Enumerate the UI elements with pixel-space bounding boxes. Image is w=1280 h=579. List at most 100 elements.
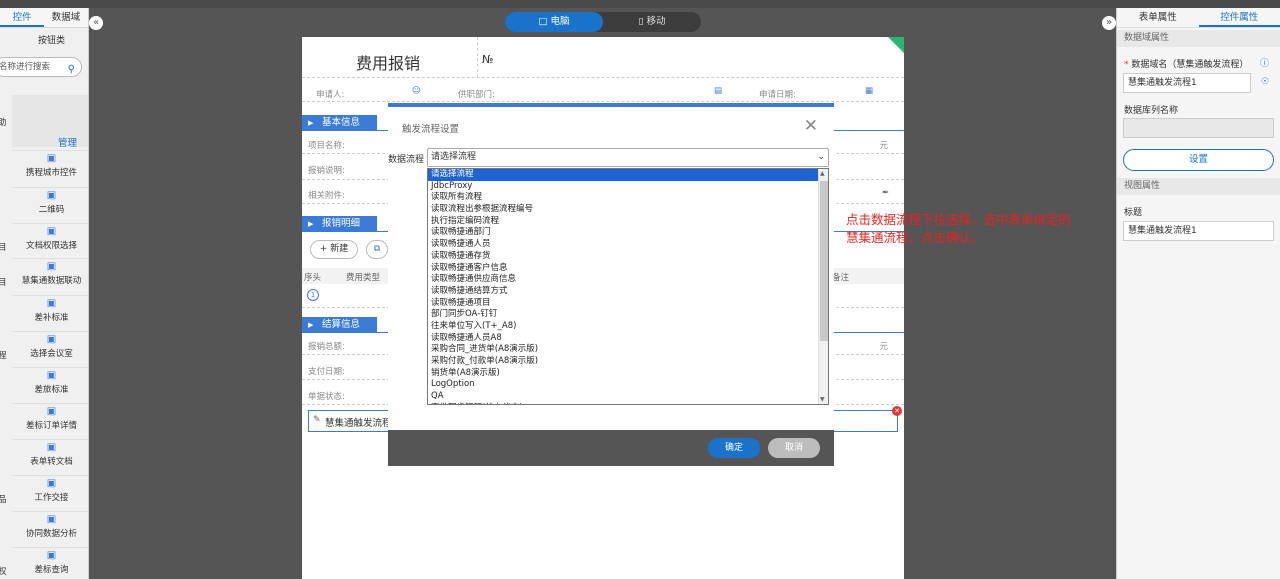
scroll-up-icon[interactable]: ▲ [820,170,825,177]
pay-date-label: 支付日期: [308,367,345,377]
divider [12,331,88,332]
expand-right-icon[interactable]: » [1102,16,1116,30]
new-row-button[interactable]: + 新建 [310,240,358,259]
flow-option[interactable]: 读取畅捷通客户信息 [428,263,828,275]
flow-option[interactable]: 读取流程出参根据流程编号 [428,204,828,216]
flow-option[interactable]: LogOption [428,379,828,391]
flow-option[interactable]: 部门同步OA-钉钉 [428,309,828,321]
list-scrollbar[interactable]: ▲ ▼ [818,169,828,404]
flow-option[interactable]: 读取畅捷通部门 [428,227,828,239]
divider [12,439,88,440]
form-title: 费用报销 [356,54,421,73]
flow-option[interactable]: 执行指定编码流程 [428,216,828,228]
control-item[interactable]: ▣ 差标订单详情 [14,407,88,432]
control-item-label: 差补标准 [34,313,69,323]
divider [477,37,478,77]
col-type: 费用类型 [346,273,381,283]
cut-label: 程 [0,349,7,361]
left-tabs: 控件 数据域 [0,8,88,28]
control-icon: ▣ [46,153,57,164]
control-item[interactable]: ▣ 选择会议室 [14,335,88,360]
divider [302,101,904,102]
field-name-input[interactable]: 慧集通触发流程1 [1123,73,1251,93]
confirm-button[interactable]: 确定 [708,438,760,458]
tab-form-props[interactable]: 表单属性 [1117,8,1199,27]
dialog-footer: 确定 取消 [388,430,834,466]
control-item[interactable]: ▣ 慧集通数据联动 [14,262,88,287]
divider [12,187,88,188]
control-item[interactable]: ▣ 工作交接 [14,479,88,504]
list-icon[interactable]: ▤ [714,86,722,96]
scroll-thumb[interactable] [820,181,828,341]
divider [12,258,88,259]
close-icon[interactable]: ✕ [804,116,818,136]
control-item[interactable]: ▣ 差补标准 [14,299,88,324]
search-icon[interactable]: ⚲ [68,61,75,76]
flow-option[interactable]: 读取畅捷通人员 [428,239,828,251]
collapse-left-icon[interactable]: « [89,16,103,30]
mobile-button[interactable]: ▯ 移动 [603,12,701,32]
tab-control-props[interactable]: 控件属性 [1198,8,1280,27]
bill-status-label: 单据状态: [308,392,345,402]
data-flow-label: 数据流程 [388,155,425,165]
flow-option[interactable]: 读取畅捷通人员A8 [428,333,828,345]
user-icon[interactable]: ☺ [412,86,421,96]
section-basic-info: 基本信息 [302,115,377,131]
flow-option[interactable]: QA [428,391,828,403]
setup-button[interactable]: 设置 [1123,149,1274,171]
col-remark: 备注 [832,273,850,283]
flow-option[interactable]: JdbcProxy [428,181,828,193]
title-input[interactable]: 慧集通触发流程1 [1123,221,1274,241]
flow-option[interactable]: 采购合同_进货单(A8演示版) [428,344,828,356]
flow-option[interactable]: 读取畅捷通存货 [428,251,828,263]
divider [12,511,88,512]
flow-option[interactable]: 审批同步钉钉(待办状态) [428,403,828,404]
control-item[interactable]: ▣ 表单转文档 [14,443,88,468]
control-item-label: 差标查询 [34,565,69,575]
flow-select[interactable]: 请选择流程 ⌄ [427,148,829,167]
search-input[interactable]: 名称进行搜索 ⚲ [0,57,82,77]
control-item[interactable]: ▣ 协同数据分析 [14,514,88,540]
scroll-down-icon[interactable]: ▼ [820,396,825,403]
flow-option[interactable]: 读取畅捷通项目 [428,298,828,310]
desktop-button[interactable]: □ 电脑 [505,12,603,32]
tab-data-fields[interactable]: 数据域 [44,8,88,27]
dialog-title: 触发流程设置 [402,124,460,135]
paperclip-icon[interactable]: ✒ [882,188,889,198]
target-icon[interactable]: ☉ [1261,77,1269,87]
control-item[interactable]: ▣ 携程城市控件 [14,153,88,179]
department-label: 供职部门: [458,90,495,100]
delete-icon[interactable]: ✕ [892,406,902,416]
flow-options-list[interactable]: 请选择流程 JdbcProxy 读取所有流程 读取流程出参根据流程编号 执行指定编码流程… [427,168,829,405]
copy-row-button[interactable]: ⧉ [366,240,388,259]
tab-controls[interactable]: 控件 [0,8,44,27]
flow-select-value: 请选择流程 [431,152,477,162]
control-item-label: 慧集通数据联动 [21,276,82,286]
flow-option[interactable]: 读取畅捷通供应商信息 [428,274,828,286]
section-data-props: 数据域属性 [1117,30,1280,47]
description-label: 报销说明: [308,166,345,176]
cancel-button[interactable]: 取消 [768,438,820,458]
flow-option[interactable]: 采购付款_付款单(A8演示版) [428,356,828,368]
flow-option[interactable]: 读取畅捷通结算方式 [428,286,828,298]
control-icon: ▣ [46,514,57,525]
divider [12,150,88,151]
device-toggle: □ 电脑 ▯ 移动 [505,12,701,32]
control-item[interactable]: ▣ 差旅标准 [14,371,88,396]
control-item[interactable]: ▣ 差标查询 [14,551,88,576]
section-settlement: 结算信息 [302,317,377,333]
control-item[interactable]: ▣ 文档权限选择 [14,227,88,252]
right-panel: 表单属性 控件属性 数据域属性 * 数据域名（慧集通触发流程） ⓘ 慧集通触发流… [1116,8,1280,579]
flow-option[interactable]: 往来单位写入(T+_A8) [428,321,828,333]
applicant-label: 申请人: [316,90,345,100]
column-name-input[interactable] [1123,118,1274,138]
control-icon: ▣ [46,190,57,201]
flow-option[interactable]: 读取所有流程 [428,192,828,204]
flow-option[interactable]: 请选择流程 [428,169,828,181]
gray-placeholder [12,95,88,147]
help-icon[interactable]: ⓘ [1260,56,1269,69]
calendar-icon[interactable]: ▦ [865,86,873,96]
category-title: 按钮类 [38,36,66,46]
flow-option[interactable]: 销货单(A8演示版) [428,368,828,380]
control-item[interactable]: ▣ 二维码 [14,190,88,216]
